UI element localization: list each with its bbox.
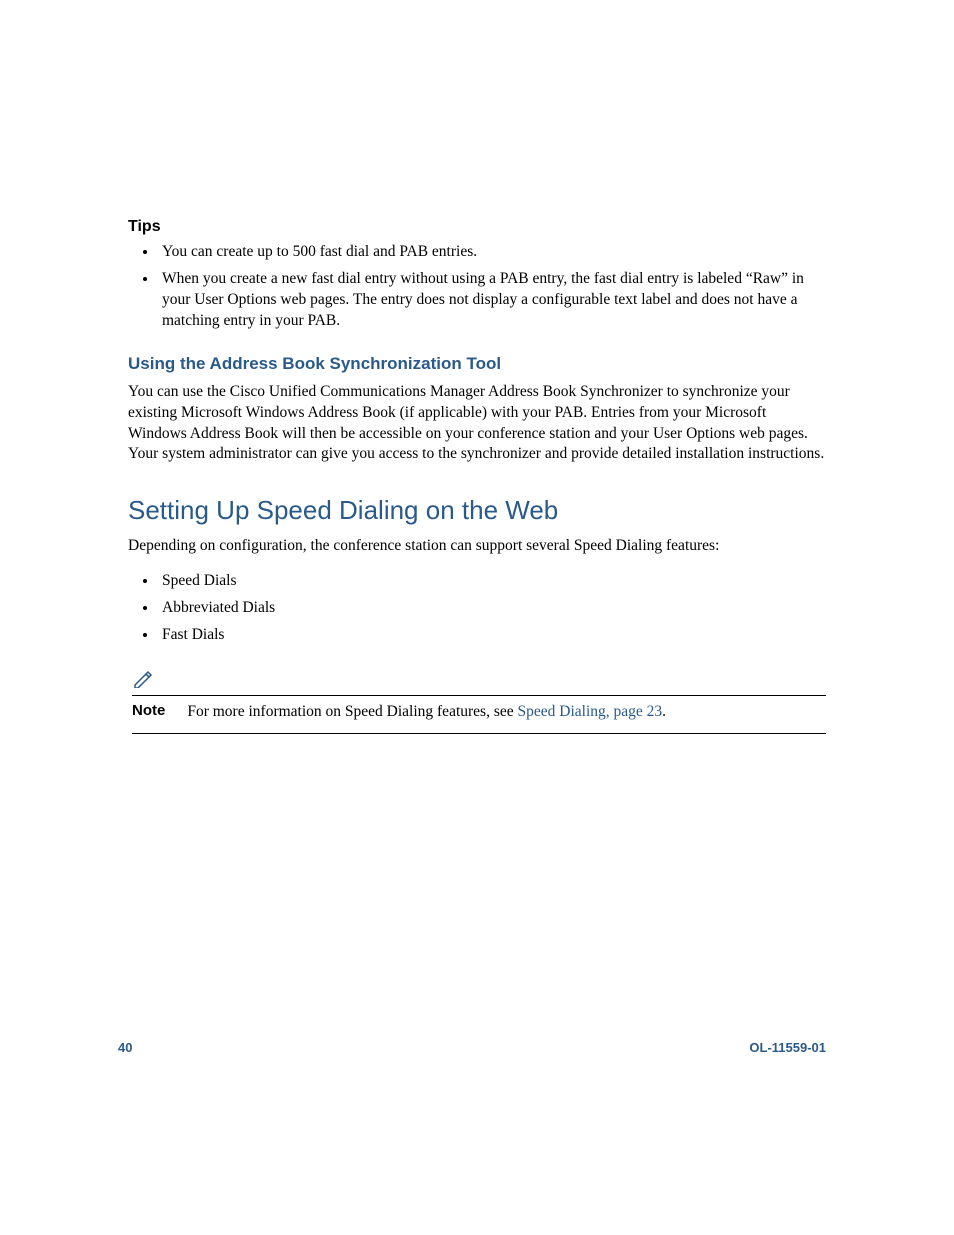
list-item: You can create up to 500 fast dial and P… — [158, 242, 826, 263]
note-text-before: For more information on Speed Dialing fe… — [187, 703, 517, 720]
subsection-heading: Using the Address Book Synchronization T… — [128, 354, 826, 374]
page-number: 40 — [118, 1040, 132, 1055]
list-item: Speed Dials — [158, 571, 826, 592]
body-paragraph: You can use the Cisco Unified Communicat… — [128, 382, 826, 466]
pencil-icon — [132, 668, 156, 693]
document-page: Tips You can create up to 500 fast dial … — [0, 0, 954, 1235]
list-item: Fast Dials — [158, 625, 826, 646]
note-text: For more information on Speed Dialing fe… — [187, 702, 826, 723]
list-item: When you create a new fast dial entry wi… — [158, 269, 826, 332]
tips-list: You can create up to 500 fast dial and P… — [128, 242, 826, 332]
body-paragraph: Depending on configuration, the conferen… — [128, 536, 826, 557]
document-id: OL-11559-01 — [749, 1040, 826, 1055]
section-heading: Setting Up Speed Dialing on the Web — [128, 495, 826, 526]
note-text-after: . — [662, 703, 666, 720]
note-label: Note — [132, 702, 165, 719]
speed-dialing-link[interactable]: Speed Dialing, page 23 — [518, 703, 663, 720]
tips-heading: Tips — [128, 218, 826, 236]
page-footer: 40 OL-11559-01 — [118, 1040, 826, 1055]
note-block: Note For more information on Speed Diali… — [132, 695, 826, 734]
list-item: Abbreviated Dials — [158, 598, 826, 619]
feature-list: Speed Dials Abbreviated Dials Fast Dials — [128, 571, 826, 646]
